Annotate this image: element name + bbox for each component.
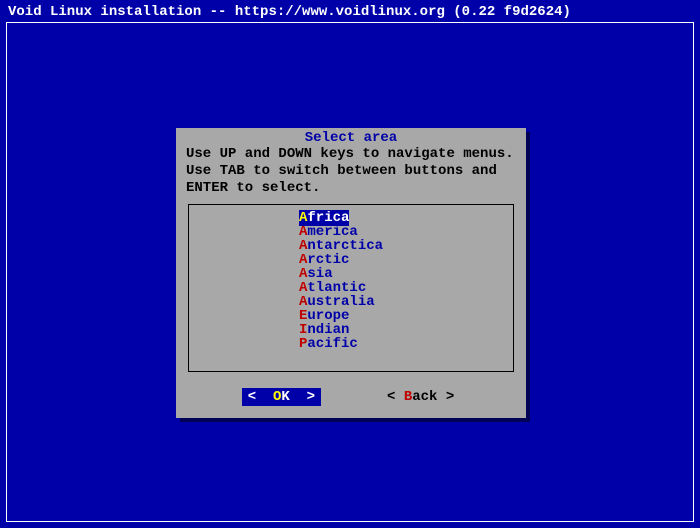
- area-item[interactable]: Australia: [189, 295, 513, 309]
- area-item-label: acific: [307, 336, 357, 352]
- area-item[interactable]: Atlantic: [189, 281, 513, 295]
- area-item[interactable]: Antarctica: [189, 239, 513, 253]
- area-item[interactable]: Pacific: [189, 337, 513, 351]
- area-item[interactable]: Arctic: [189, 253, 513, 267]
- area-item[interactable]: Asia: [189, 267, 513, 281]
- ok-button[interactable]: < OK >: [242, 388, 321, 406]
- button-row: < OK > < Back >: [176, 380, 526, 418]
- dialog-instructions: Use UP and DOWN keys to navigate menus. …: [176, 146, 526, 204]
- back-button[interactable]: < Back >: [381, 388, 460, 406]
- select-area-dialog: Select area Use UP and DOWN keys to navi…: [176, 128, 526, 418]
- area-item[interactable]: Africa: [189, 211, 513, 225]
- area-list[interactable]: AfricaAmericaAntarcticaArcticAsiaAtlanti…: [188, 204, 514, 372]
- area-item[interactable]: Europe: [189, 309, 513, 323]
- dialog-title: Select area: [176, 128, 526, 146]
- window-title: Void Linux installation -- https://www.v…: [0, 0, 700, 24]
- area-item[interactable]: America: [189, 225, 513, 239]
- area-item[interactable]: Indian: [189, 323, 513, 337]
